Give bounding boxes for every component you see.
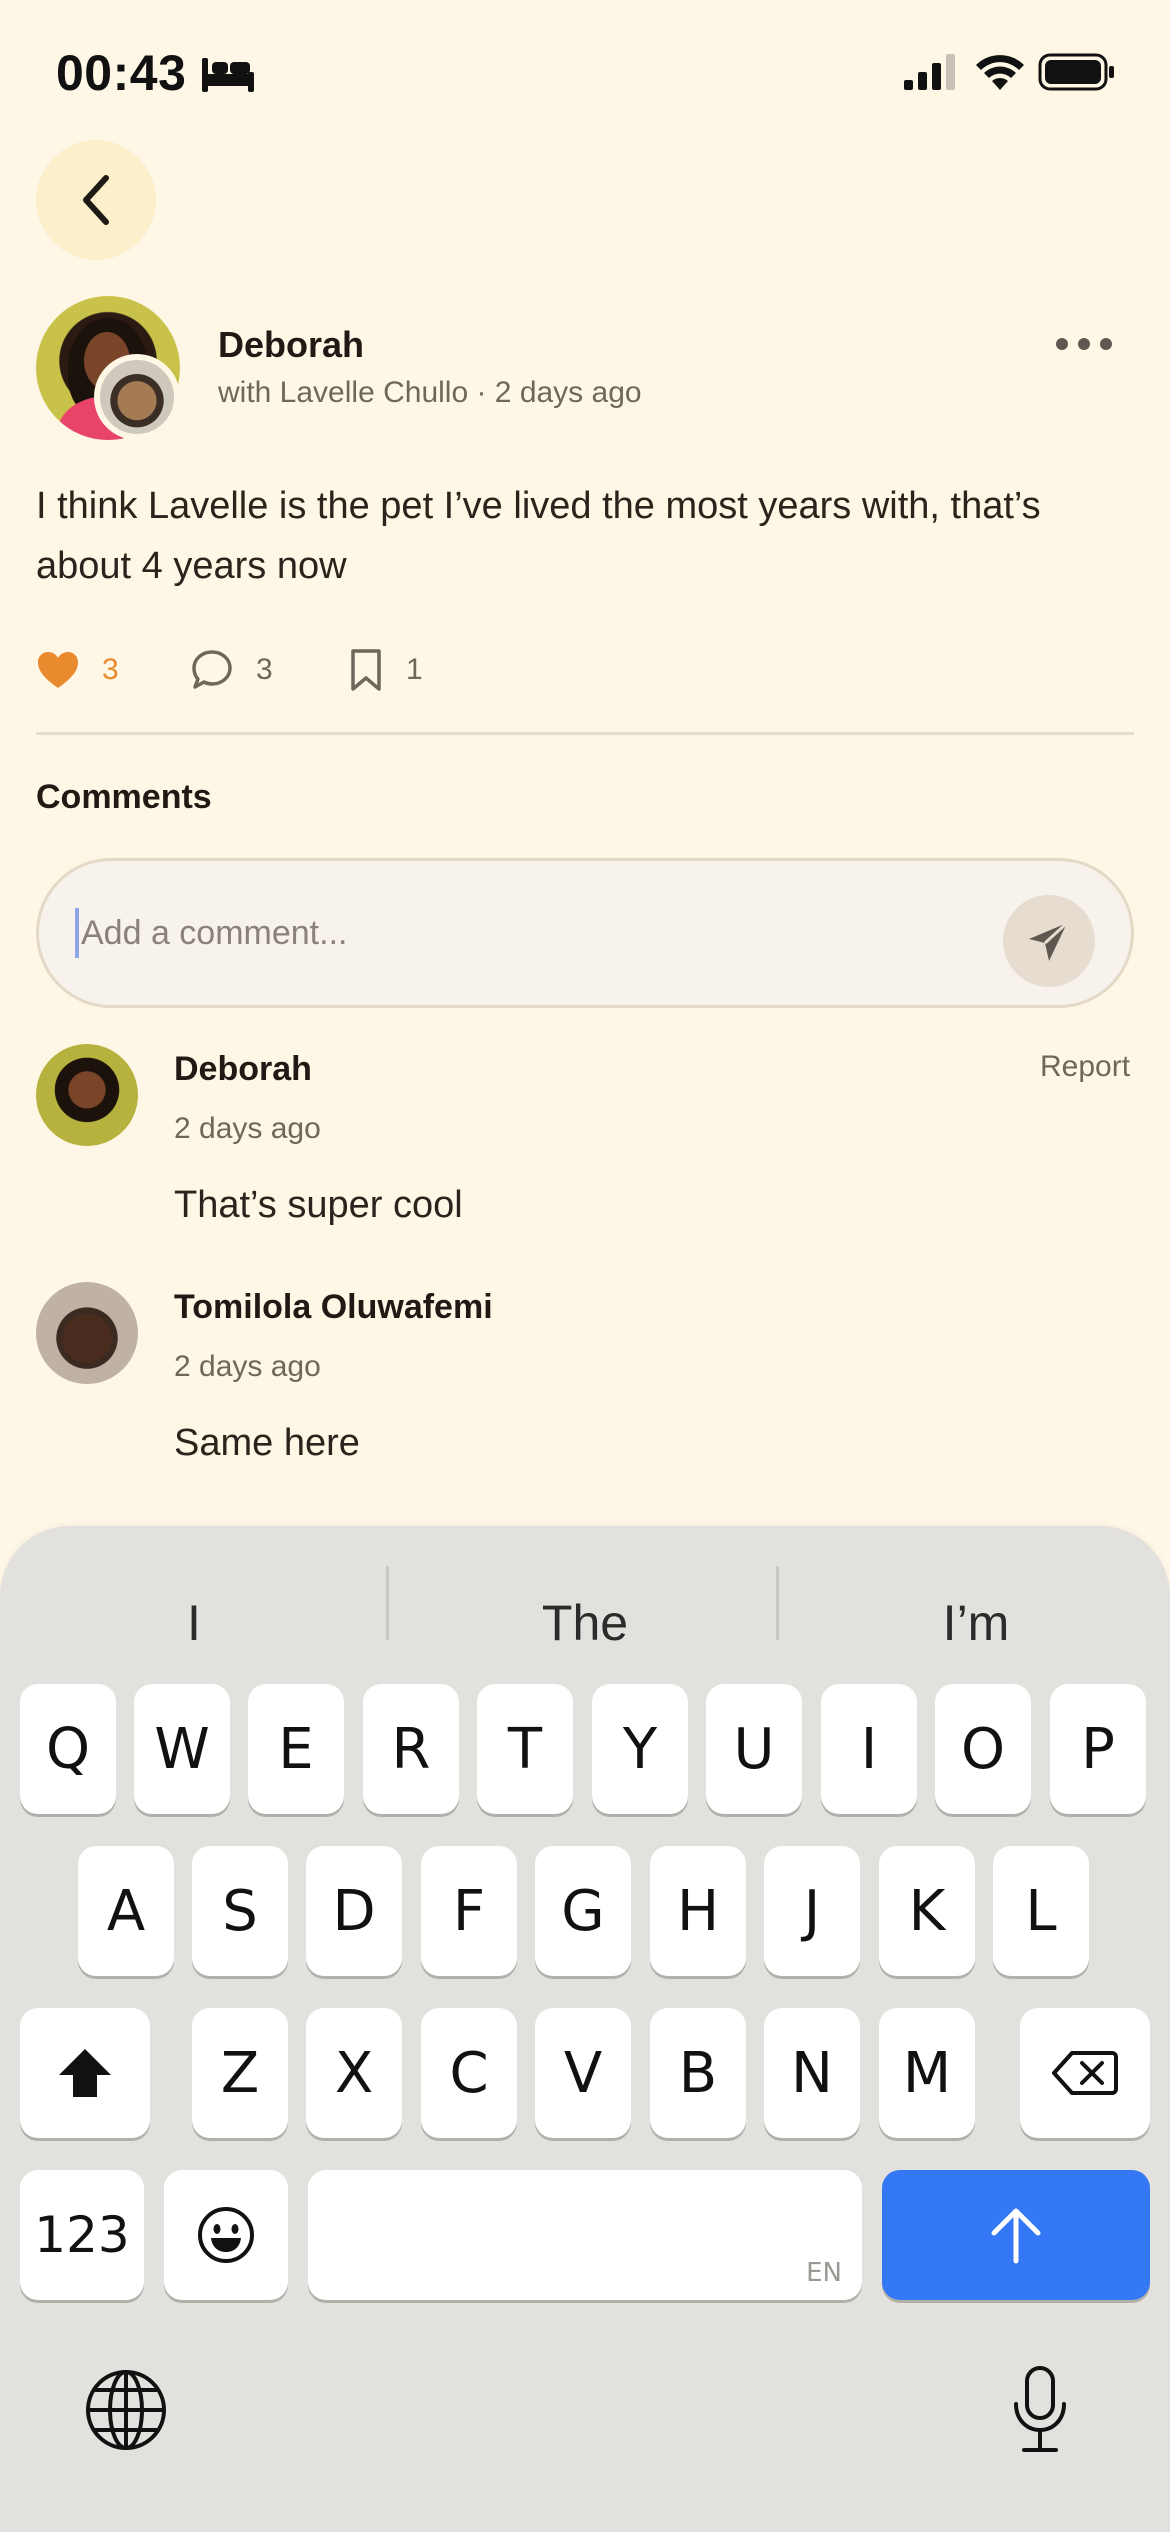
arrow-up-icon: [991, 2208, 1041, 2264]
key-y[interactable]: Y: [592, 1684, 688, 1814]
key-t[interactable]: T: [477, 1684, 573, 1814]
key-z[interactable]: Z: [192, 2008, 288, 2138]
cellular-signal-icon: [904, 54, 955, 90]
comment-input-placeholder: Add a comment...: [81, 913, 348, 952]
like-count: 3: [102, 653, 119, 686]
author-name[interactable]: Deborah: [218, 324, 364, 366]
send-icon: [1029, 921, 1069, 961]
key-l[interactable]: L: [993, 1846, 1089, 1976]
keyboard: I The I’m Q W E R T Y U I O P A S D F G …: [0, 1526, 1170, 2532]
delete-key[interactable]: [1020, 2008, 1150, 2138]
comment-text: Same here: [174, 1422, 360, 1464]
more-options-button[interactable]: [1056, 332, 1112, 356]
key-v[interactable]: V: [535, 2008, 631, 2138]
suggestion-divider: [776, 1566, 779, 1640]
report-button[interactable]: Report: [1040, 1050, 1130, 1084]
comment-count: 3: [256, 653, 273, 686]
key-g[interactable]: G: [535, 1846, 631, 1976]
key-s[interactable]: S: [192, 1846, 288, 1976]
key-x[interactable]: X: [306, 2008, 402, 2138]
comment-time: 2 days ago: [174, 1112, 321, 1145]
return-key[interactable]: [882, 2170, 1150, 2300]
back-button[interactable]: [36, 140, 156, 260]
bed-icon: [202, 58, 254, 92]
globe-button[interactable]: [84, 2368, 168, 2452]
heart-icon: [38, 652, 78, 688]
key-b[interactable]: B: [650, 2008, 746, 2138]
text-caret: [75, 908, 79, 958]
key-h[interactable]: H: [650, 1846, 746, 1976]
key-i[interactable]: I: [821, 1684, 917, 1814]
post-meta: with Lavelle Chullo · 2 days ago: [218, 376, 642, 409]
more-dot-icon: [1100, 338, 1112, 350]
more-dot-icon: [1056, 338, 1068, 350]
key-q[interactable]: Q: [20, 1684, 116, 1814]
globe-icon: [86, 2370, 166, 2450]
comment-text: That’s super cool: [174, 1184, 463, 1226]
suggestion-divider: [386, 1566, 389, 1640]
key-n[interactable]: N: [764, 2008, 860, 2138]
more-dot-icon: [1078, 338, 1090, 350]
battery-icon: [1038, 53, 1114, 91]
bookmark-count: 1: [406, 653, 423, 686]
key-o[interactable]: O: [935, 1684, 1031, 1814]
key-f[interactable]: F: [421, 1846, 517, 1976]
wifi-icon: [976, 55, 1024, 90]
suggestion-1[interactable]: I: [4, 1594, 384, 1652]
commenter-name[interactable]: Deborah: [174, 1050, 312, 1089]
key-d[interactable]: D: [306, 1846, 402, 1976]
backspace-icon: [1052, 2051, 1118, 2095]
shift-key[interactable]: [20, 2008, 150, 2138]
key-j[interactable]: J: [764, 1846, 860, 1976]
suggestion-2[interactable]: The: [395, 1594, 775, 1652]
send-button[interactable]: [1003, 895, 1095, 987]
pet-avatar[interactable]: [94, 354, 180, 440]
commenter-name[interactable]: Tomilola Oluwafemi: [174, 1288, 493, 1327]
suggestion-3[interactable]: I’m: [786, 1594, 1166, 1652]
comments-heading: Comments: [36, 778, 212, 816]
comment-bubble-icon: [192, 650, 232, 689]
key-k[interactable]: K: [879, 1846, 975, 1976]
key-p[interactable]: P: [1050, 1684, 1146, 1814]
bookmark-button[interactable]: 1: [348, 642, 423, 698]
key-c[interactable]: C: [421, 2008, 517, 2138]
status-time: 00:43: [56, 45, 187, 101]
emoji-icon: [198, 2207, 254, 2263]
shift-icon: [59, 2049, 111, 2097]
comment-time: 2 days ago: [174, 1350, 321, 1383]
key-a[interactable]: A: [78, 1846, 174, 1976]
numbers-key[interactable]: 123: [20, 2170, 144, 2300]
commenter-avatar[interactable]: [36, 1282, 138, 1384]
key-w[interactable]: W: [134, 1684, 230, 1814]
key-u[interactable]: U: [706, 1684, 802, 1814]
microphone-icon: [1014, 2366, 1066, 2452]
comment-button[interactable]: 3: [190, 642, 273, 698]
bookmark-icon: [351, 649, 381, 691]
emoji-key[interactable]: [164, 2170, 288, 2300]
commenter-avatar[interactable]: [36, 1044, 138, 1146]
comment-input[interactable]: Add a comment...: [36, 858, 1134, 1008]
space-language-label: EN: [806, 2258, 842, 2288]
key-e[interactable]: E: [248, 1684, 344, 1814]
key-m[interactable]: M: [879, 2008, 975, 2138]
chevron-left-icon: [83, 175, 109, 225]
space-key[interactable]: EN: [308, 2170, 862, 2300]
dictation-button[interactable]: [1010, 2364, 1070, 2456]
divider: [36, 732, 1134, 735]
post-text: I think Lavelle is the pet I’ve lived th…: [36, 485, 1041, 587]
key-r[interactable]: R: [363, 1684, 459, 1814]
like-button[interactable]: 3: [36, 642, 119, 698]
